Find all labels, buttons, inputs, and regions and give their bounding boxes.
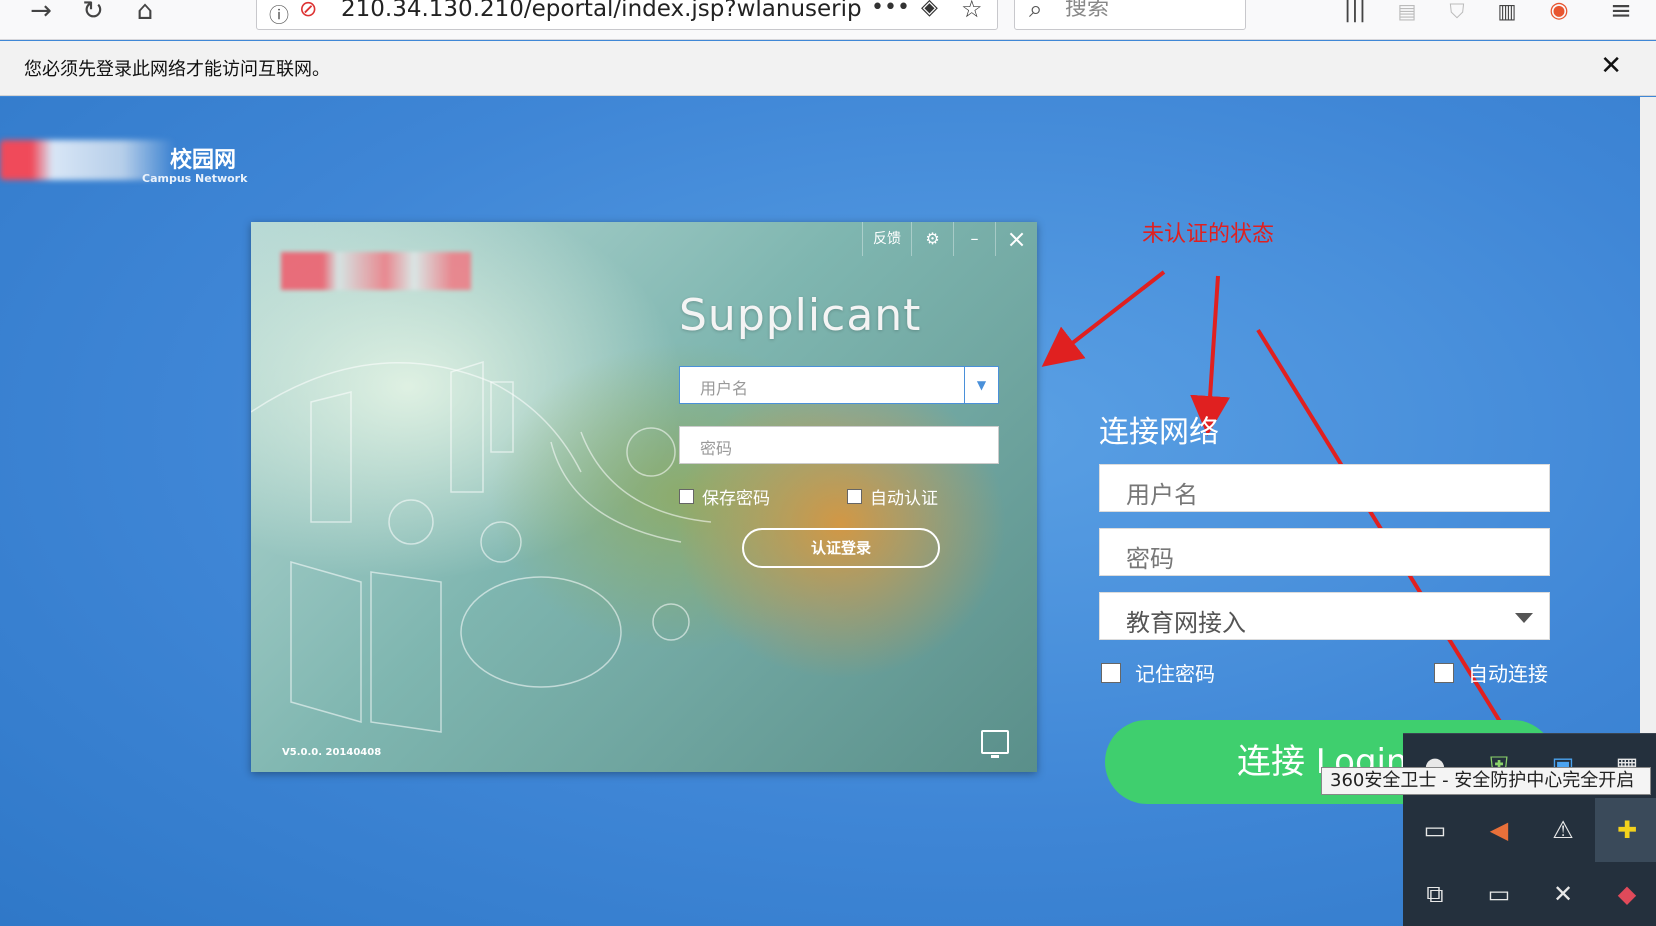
- version-label: V5.0.0. 20140408: [282, 747, 382, 758]
- supplicant-password-field[interactable]: 密码: [679, 426, 999, 464]
- username-placeholder: 用户名: [700, 379, 749, 398]
- auth-login-button[interactable]: 认证登录: [742, 528, 940, 568]
- 360-guard-icon[interactable]: ✚: [1595, 798, 1656, 862]
- search-bar[interactable]: ⌕ 搜索: [1014, 0, 1246, 30]
- web-username-placeholder: 用户名: [1126, 481, 1198, 509]
- web-password-input[interactable]: 密码: [1099, 528, 1550, 576]
- supplicant-title: Supplicant: [679, 290, 922, 341]
- checkbox-box[interactable]: [679, 489, 694, 504]
- close-window-icon[interactable]: ×: [995, 222, 1037, 256]
- devices-icon[interactable]: ⧉: [1403, 862, 1467, 926]
- url-text[interactable]: 210.34.130.210/eportal/index.jsp?wlanuse…: [341, 0, 862, 21]
- auto-auth-label: 自动认证: [870, 489, 938, 509]
- network-monitor-icon[interactable]: [981, 730, 1009, 758]
- checkbox-box[interactable]: [847, 489, 862, 504]
- checkbox-box[interactable]: [1434, 662, 1454, 683]
- annotation-text: 未认证的状态: [1142, 222, 1275, 247]
- reload-icon[interactable]: ↻: [78, 0, 108, 24]
- tray-tooltip: 360安全卫士 - 安全防护中心完全开启: [1321, 767, 1651, 795]
- minimize-icon[interactable]: –: [953, 222, 995, 256]
- auto-connect-checkbox[interactable]: 自动连接: [1434, 658, 1548, 687]
- settings-gear-icon[interactable]: ⚙: [911, 222, 953, 256]
- page-actions-icon[interactable]: •••: [871, 0, 910, 20]
- auto-connect-label: 自动连接: [1468, 662, 1548, 686]
- access-type-value: 教育网接入: [1126, 609, 1246, 637]
- forward-icon[interactable]: →: [26, 0, 56, 24]
- checkbox-box[interactable]: [1101, 662, 1121, 683]
- password-placeholder: 密码: [700, 439, 733, 458]
- search-icon: ⌕: [1029, 0, 1043, 23]
- supplicant-username-combo[interactable]: 用户名 ▼: [679, 366, 999, 404]
- save-password-label: 保存密码: [702, 489, 770, 509]
- shield-addon-icon[interactable]: ⛉: [1442, 0, 1472, 22]
- sidebar-icon[interactable]: ▥: [1492, 0, 1522, 22]
- address-bar[interactable]: ⓘ ⊘ 210.34.130.210/eportal/index.jsp?wla…: [256, 0, 998, 30]
- volume-icon[interactable]: ◀: [1467, 798, 1531, 862]
- colorful-app-icon[interactable]: ◆: [1595, 862, 1656, 926]
- supplicant-logo-blurred: [281, 252, 471, 290]
- home-icon[interactable]: ⌂: [130, 0, 160, 24]
- bookmark-star-icon[interactable]: ☆: [961, 0, 983, 23]
- access-type-select[interactable]: 教育网接入: [1099, 592, 1550, 640]
- network-warning-icon[interactable]: ⚠: [1531, 798, 1595, 862]
- captive-portal-notification: 您必须先登录此网络才能访问互联网。 ✕: [0, 41, 1656, 96]
- library-icon[interactable]: |||: [1340, 0, 1370, 22]
- save-password-checkbox[interactable]: 保存密码: [679, 484, 770, 509]
- campus-name-en: Campus Network: [142, 172, 248, 185]
- titlebar-buttons: 反馈 ⚙ – ×: [862, 222, 1037, 256]
- web-username-input[interactable]: 用户名: [1099, 464, 1550, 512]
- dropdown-caret-icon[interactable]: [1515, 613, 1533, 623]
- browser-toolbar: → ↻ ⌂ ⓘ ⊘ 210.34.130.210/eportal/index.j…: [0, 0, 1656, 40]
- campus-illustration: [251, 360, 711, 733]
- system-tray-popup: ● ⛨ ▣ ▦ ▭ ◀ ⚠ ✚ ⧉ ▭ ✕ ◆: [1403, 733, 1656, 926]
- remember-password-checkbox[interactable]: 记住密码: [1101, 658, 1215, 687]
- web-password-placeholder: 密码: [1126, 545, 1174, 573]
- auto-auth-checkbox[interactable]: 自动认证: [847, 484, 938, 509]
- close-icon[interactable]: ✕: [1600, 51, 1622, 81]
- insecure-lock-icon[interactable]: ⊘: [299, 0, 317, 22]
- supplicant-window: 反馈 ⚙ – × Supplicant 用户名 ▼ 密码 保存密码 自动认证 认…: [251, 222, 1037, 772]
- chevron-down-icon[interactable]: ▼: [964, 367, 998, 403]
- campus-logo: 校园网 Campus Network: [0, 132, 250, 192]
- web-login-title: 连接网络: [1099, 415, 1219, 450]
- addon-icon[interactable]: ◉: [1544, 0, 1574, 22]
- feedback-button[interactable]: 反馈: [862, 222, 911, 256]
- display-icon[interactable]: ▭: [1403, 798, 1467, 862]
- info-icon[interactable]: ⓘ: [269, 0, 289, 28]
- remember-password-label: 记住密码: [1135, 662, 1215, 686]
- sync-icon[interactable]: ▤: [1392, 0, 1422, 22]
- mute-icon[interactable]: ✕: [1531, 862, 1595, 926]
- notification-message: 您必须先登录此网络才能访问互联网。: [24, 59, 330, 80]
- battery-icon[interactable]: ▭: [1467, 862, 1531, 926]
- search-placeholder: 搜索: [1065, 0, 1110, 21]
- menu-icon[interactable]: ≡: [1606, 0, 1636, 24]
- pocket-icon[interactable]: ◈: [921, 0, 938, 20]
- campus-name: 校园网: [170, 148, 237, 173]
